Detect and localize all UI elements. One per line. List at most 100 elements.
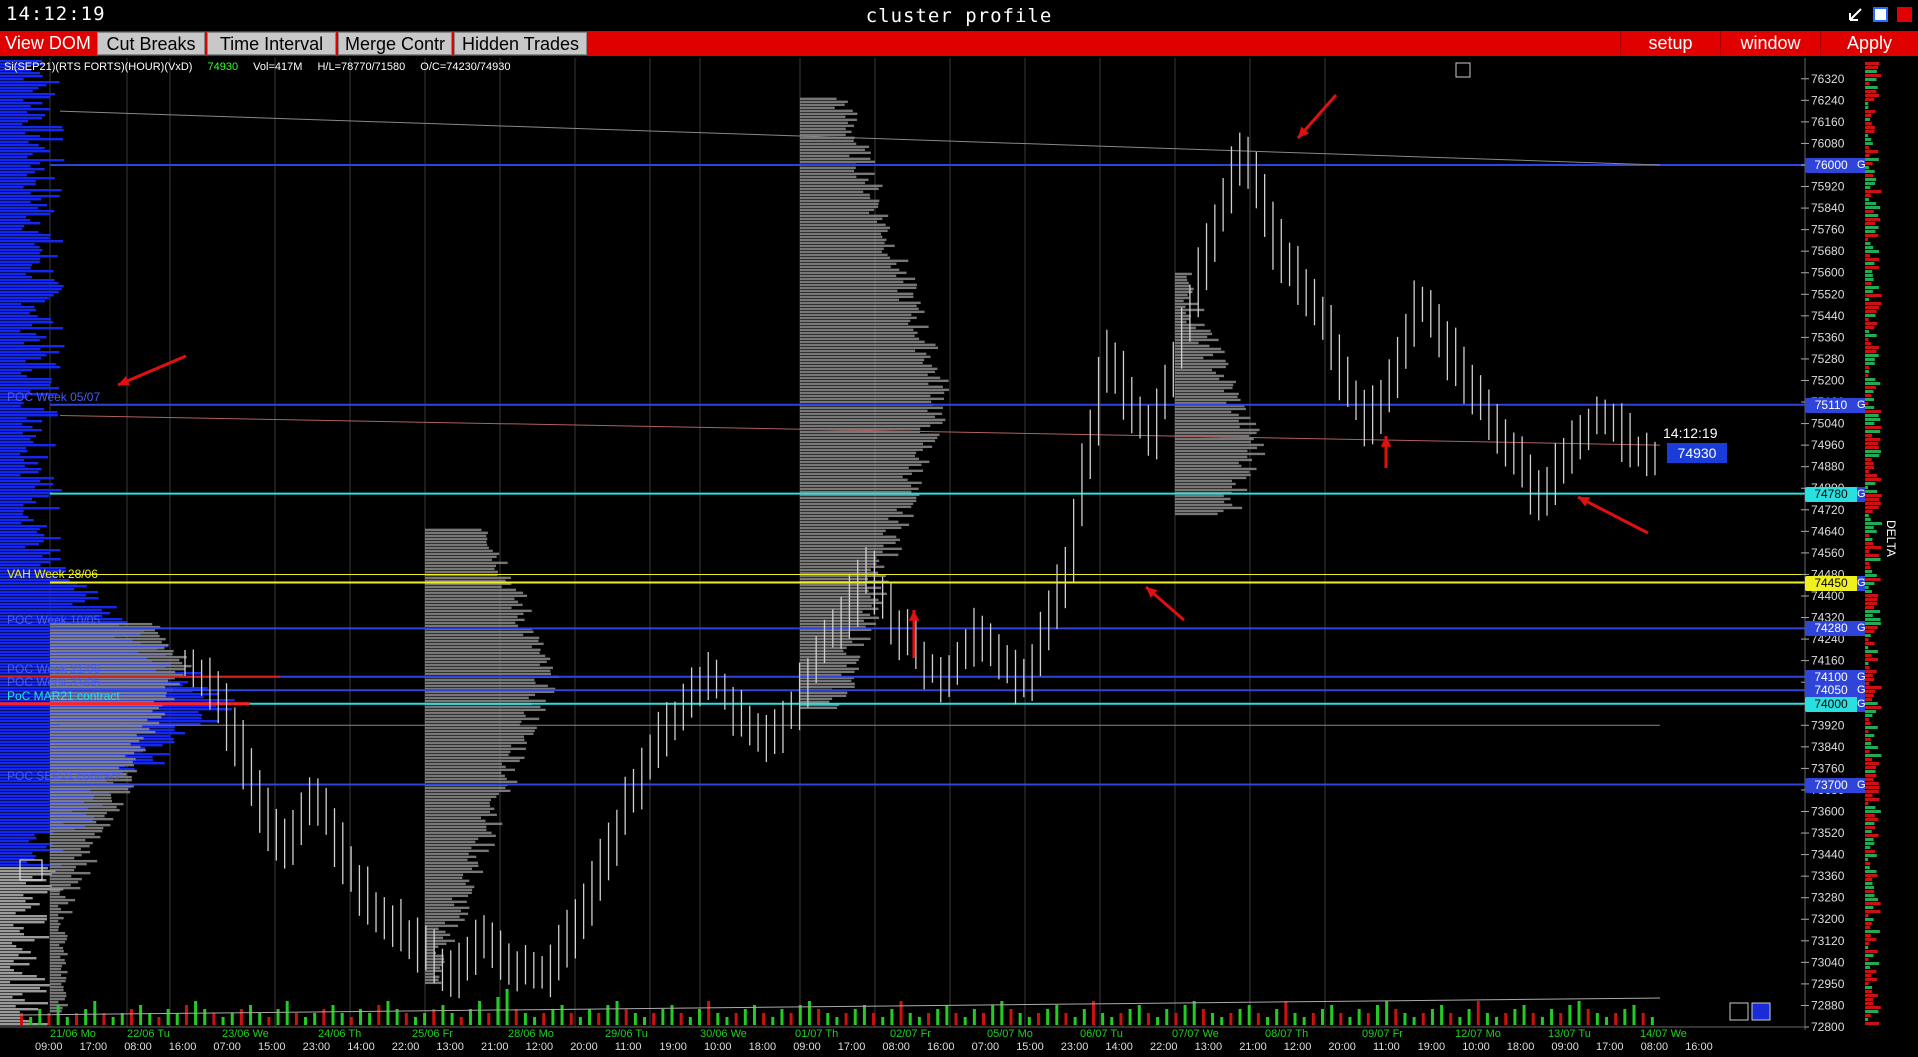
profile-bar [0, 222, 41, 225]
session-profile [800, 547, 902, 551]
session-profile [425, 882, 466, 886]
time-label: 16:00 [927, 1041, 955, 1053]
session-profile [800, 484, 912, 488]
profile-bar [0, 267, 31, 270]
delta-bar [1865, 598, 1878, 601]
price-tick-label: 75280 [1811, 352, 1845, 366]
profile-bar [0, 447, 27, 450]
level-price-badge[interactable]: 74280 [1805, 621, 1857, 637]
delta-bar [1865, 90, 1877, 93]
time-label: 18:00 [749, 1041, 777, 1053]
merge-contracts-button[interactable]: Merge Contr [338, 32, 452, 55]
view-dom-button[interactable]: View DOM [0, 31, 96, 56]
profile-bar [0, 600, 86, 603]
open-close: O/C=74230/74930 [420, 61, 511, 73]
level-g-tag[interactable]: G [1857, 157, 1866, 173]
session-profile [800, 640, 853, 644]
session-profile [800, 364, 932, 368]
level-price-badge[interactable]: 73700 [1805, 777, 1857, 793]
volume-bar [313, 1013, 317, 1025]
high-low: H/L=78770/71580 [317, 61, 406, 73]
level-g-tag[interactable]: G [1857, 486, 1866, 502]
session-profile [425, 846, 472, 850]
delta-bar [1865, 974, 1872, 977]
close-icon[interactable] [1897, 7, 1912, 22]
cut-breaks-button[interactable]: Cut Breaks [97, 32, 205, 55]
profile-bar [0, 366, 61, 369]
volume-bar [1064, 1013, 1068, 1025]
session-profile [425, 837, 479, 841]
session-profile [1175, 344, 1210, 348]
delta-bar [1865, 106, 1869, 109]
session-profile [425, 534, 487, 538]
hidden-trades-button[interactable]: Hidden Trades [454, 32, 587, 55]
session-profile [800, 529, 886, 533]
delta-bar [1865, 450, 1881, 453]
price-tick-label: 72880 [1811, 998, 1845, 1012]
session-profile [800, 199, 880, 203]
level-g-tag[interactable]: G [1857, 575, 1866, 591]
session-profile [425, 753, 509, 757]
session-profile [800, 442, 923, 446]
volume-bar [1293, 1013, 1297, 1025]
grid [49, 58, 1326, 1027]
minimize-icon[interactable] [1848, 7, 1863, 22]
delta-bar [1865, 494, 1882, 497]
session-profile [800, 262, 897, 266]
title-bar: 14:12:19 cluster profile [0, 0, 1918, 31]
session-profile [425, 678, 535, 682]
level-price-badge[interactable]: 74450 [1805, 575, 1857, 591]
window-button[interactable]: window [1720, 31, 1820, 56]
time-interval-button[interactable]: Time Interval [207, 32, 336, 55]
profile-bar [0, 999, 25, 1002]
profile-bar [0, 279, 55, 282]
session-profile [50, 895, 66, 899]
session-profile [425, 540, 487, 544]
delta-bar [1865, 942, 1869, 945]
time-label: 18:00 [1507, 1041, 1535, 1053]
delta-bar [1865, 438, 1881, 441]
session-profile [1175, 380, 1237, 384]
session-profile [425, 762, 502, 766]
session-profile [425, 732, 534, 736]
session-profile [800, 532, 883, 536]
volume-bar [1165, 1009, 1169, 1025]
profile-bar [0, 147, 45, 150]
level-g-tag[interactable]: G [1857, 621, 1866, 637]
delta-bar [1865, 498, 1879, 501]
price-tick-label: 75680 [1811, 244, 1845, 258]
profile-bar [0, 372, 22, 375]
level-price-badge[interactable]: 74780 [1805, 486, 1857, 502]
delta-bar [1865, 838, 1874, 841]
volume-bar [917, 1017, 921, 1025]
level-g-tag[interactable]: G [1857, 397, 1866, 413]
maximize-icon[interactable] [1873, 7, 1888, 22]
session-profile [800, 166, 856, 170]
profile-bar [0, 282, 59, 285]
apply-button[interactable]: Apply [1820, 31, 1918, 56]
time-label: 08:00 [124, 1041, 152, 1053]
level-price-badge[interactable]: 76000 [1805, 157, 1857, 173]
delta-bar [1865, 198, 1869, 201]
delta-bar [1865, 474, 1878, 477]
session-profile [800, 382, 929, 386]
level-g-tag[interactable]: G [1857, 777, 1866, 793]
profile-bar [0, 303, 22, 306]
pencil-icon [1455, 62, 1471, 78]
volume-bar [835, 1017, 839, 1025]
session-profile [50, 988, 64, 992]
profile-bar [0, 150, 51, 153]
volume-bar [404, 1013, 408, 1025]
session-profile [1175, 302, 1199, 306]
level-price-badge[interactable]: 75110 [1805, 397, 1857, 413]
setup-button[interactable]: setup [1620, 31, 1720, 56]
session-profile [800, 301, 921, 305]
price-tick-label: 74880 [1811, 460, 1845, 474]
level-price-badge[interactable]: 74000 [1805, 696, 1857, 712]
session-profile [800, 169, 855, 173]
volume-bar [890, 1009, 894, 1025]
price-chart[interactable]: 76320 76240 76160 76080 76000 75920 75840 75760… [0, 56, 1918, 1057]
session-profile [50, 706, 159, 710]
date-label: 30/06 We [700, 1028, 747, 1040]
level-g-tag[interactable]: G [1857, 696, 1866, 712]
